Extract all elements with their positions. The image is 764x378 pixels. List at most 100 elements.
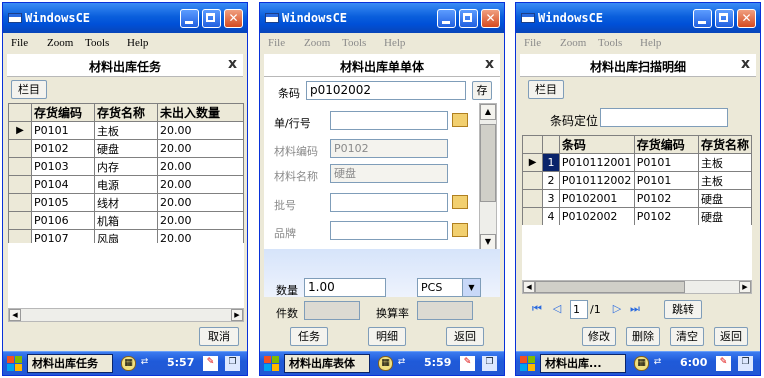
scroll-left-icon[interactable]: ◀ xyxy=(9,309,21,321)
table-row[interactable]: ▶ 1 P010112001 P0101 主板 xyxy=(521,153,753,172)
menu-tools[interactable]: Tools xyxy=(598,37,622,49)
maximize-button[interactable] xyxy=(202,9,221,28)
scroll-thumb[interactable] xyxy=(480,124,496,202)
batch-input[interactable] xyxy=(330,193,448,212)
keyboard-icon[interactable]: ▦ xyxy=(121,356,136,371)
taskbar-app-button[interactable]: 材料出库表体 xyxy=(284,354,370,373)
minimize-button[interactable] xyxy=(180,9,199,28)
last-page-icon[interactable]: ⏭ xyxy=(628,302,642,316)
order-line-input[interactable] xyxy=(330,111,448,130)
taskbar-app-button[interactable]: 材料出库任务 xyxy=(27,354,113,373)
sip-input-icon[interactable]: ✎ xyxy=(460,356,475,371)
delete-button[interactable]: 删除 xyxy=(626,327,660,346)
sip-input-icon[interactable]: ✎ xyxy=(716,356,731,371)
network-icon[interactable]: ⇄ xyxy=(650,356,665,371)
folder-icon[interactable] xyxy=(452,223,468,237)
close-window-button[interactable] xyxy=(737,9,756,28)
table-row[interactable]: P0104 电源 20.00 xyxy=(8,175,244,194)
cancel-button[interactable]: 取消 xyxy=(199,327,239,346)
folder-icon[interactable] xyxy=(452,195,468,209)
chevron-down-icon[interactable]: ▼ xyxy=(462,279,480,296)
table-row[interactable]: ▶ P0101 主板 20.00 xyxy=(8,121,244,140)
col-header-code[interactable]: 存货编码 xyxy=(633,135,699,154)
menu-zoom[interactable]: Zoom xyxy=(47,37,73,49)
col-header-code[interactable]: 存货编码 xyxy=(31,103,95,122)
switch-window-icon[interactable]: ❐ xyxy=(738,356,753,371)
barcode-input[interactable]: p0102002 xyxy=(306,81,466,100)
vertical-scrollbar[interactable]: ▲ ▼ xyxy=(479,103,497,251)
unit-select[interactable]: PCS ▼ xyxy=(417,278,481,297)
next-page-icon[interactable]: ▷ xyxy=(610,302,624,316)
col-header-qty[interactable]: 未出入数量 xyxy=(157,103,244,122)
brand-input[interactable] xyxy=(330,221,448,240)
menu-file[interactable]: File xyxy=(268,37,285,49)
menu-help[interactable]: Help xyxy=(127,37,148,49)
minimize-button[interactable] xyxy=(437,9,456,28)
prev-page-icon[interactable]: ◁ xyxy=(550,302,564,316)
table-row[interactable]: P0106 机箱 20.00 xyxy=(8,211,244,230)
switch-window-icon[interactable]: ❐ xyxy=(482,356,497,371)
table-row[interactable]: P0105 线材 20.00 xyxy=(8,193,244,212)
title-bar[interactable]: WindowsCE xyxy=(516,3,760,33)
scroll-left-icon[interactable]: ◀ xyxy=(523,281,535,293)
page-number-input[interactable]: 1 xyxy=(570,300,588,319)
barcode-locate-input[interactable] xyxy=(600,108,728,127)
save-button[interactable]: 存 xyxy=(472,81,492,100)
scroll-thumb[interactable] xyxy=(535,281,685,293)
task-button[interactable]: 任务 xyxy=(290,327,328,346)
close-window-button[interactable] xyxy=(224,9,243,28)
sip-input-icon[interactable]: ✎ xyxy=(203,356,218,371)
horizontal-scrollbar[interactable]: ◀ ▶ xyxy=(522,280,752,294)
form-close-icon[interactable]: x xyxy=(485,56,494,72)
quantity-input[interactable]: 1.00 xyxy=(304,278,386,297)
title-bar[interactable]: WindowsCE xyxy=(3,3,247,33)
scroll-down-icon[interactable]: ▼ xyxy=(480,234,496,250)
switch-window-icon[interactable]: ❐ xyxy=(225,356,240,371)
table-row[interactable]: 4 P0102002 P0102 硬盘 xyxy=(521,207,753,226)
first-page-icon[interactable]: ⏮ xyxy=(530,302,544,316)
start-windows-icon[interactable] xyxy=(7,356,23,372)
maximize-button[interactable] xyxy=(459,9,478,28)
table-row[interactable]: 2 P010112002 P0101 主板 xyxy=(521,171,753,190)
back-button[interactable]: 返回 xyxy=(714,327,748,346)
scroll-right-icon[interactable]: ▶ xyxy=(739,281,751,293)
back-button[interactable]: 返回 xyxy=(446,327,484,346)
jump-button[interactable]: 跳转 xyxy=(664,300,702,319)
clear-button[interactable]: 清空 xyxy=(670,327,704,346)
network-icon[interactable]: ⇄ xyxy=(137,356,152,371)
minimize-button[interactable] xyxy=(693,9,712,28)
menu-zoom[interactable]: Zoom xyxy=(304,37,330,49)
title-bar[interactable]: WindowsCE xyxy=(260,3,504,33)
columns-button[interactable]: 栏目 xyxy=(11,80,47,99)
network-icon[interactable]: ⇄ xyxy=(394,356,409,371)
keyboard-icon[interactable]: ▦ xyxy=(634,356,649,371)
menu-tools[interactable]: Tools xyxy=(85,37,109,49)
keyboard-icon[interactable]: ▦ xyxy=(378,356,393,371)
table-row[interactable]: P0102 硬盘 20.00 xyxy=(8,139,244,158)
form-close-icon[interactable]: x xyxy=(741,56,750,72)
col-header-name[interactable]: 存货名称 xyxy=(94,103,158,122)
col-header-name[interactable]: 存货名称 xyxy=(697,135,753,154)
columns-button[interactable]: 栏目 xyxy=(528,80,564,99)
menu-tools[interactable]: Tools xyxy=(342,37,366,49)
menu-file[interactable]: File xyxy=(11,37,28,49)
menu-file[interactable]: File xyxy=(524,37,541,49)
menu-zoom[interactable]: Zoom xyxy=(560,37,586,49)
table-row[interactable]: P0103 内存 20.00 xyxy=(8,157,244,176)
col-header-barcode[interactable]: 条码 xyxy=(558,135,635,154)
detail-button[interactable]: 明细 xyxy=(368,327,406,346)
table-row[interactable]: 3 P0102001 P0102 硬盘 xyxy=(521,189,753,208)
form-close-icon[interactable]: x xyxy=(228,56,237,72)
modify-button[interactable]: 修改 xyxy=(582,327,616,346)
maximize-button[interactable] xyxy=(715,9,734,28)
close-window-button[interactable] xyxy=(481,9,500,28)
horizontal-scrollbar[interactable]: ◀ ▶ xyxy=(8,308,244,322)
start-windows-icon[interactable] xyxy=(520,356,536,372)
start-windows-icon[interactable] xyxy=(264,356,280,372)
folder-icon[interactable] xyxy=(452,113,468,127)
taskbar-app-button[interactable]: 材料出库... xyxy=(540,354,626,373)
scroll-right-icon[interactable]: ▶ xyxy=(231,309,243,321)
scroll-up-icon[interactable]: ▲ xyxy=(480,104,496,120)
menu-help[interactable]: Help xyxy=(640,37,661,49)
menu-help[interactable]: Help xyxy=(384,37,405,49)
